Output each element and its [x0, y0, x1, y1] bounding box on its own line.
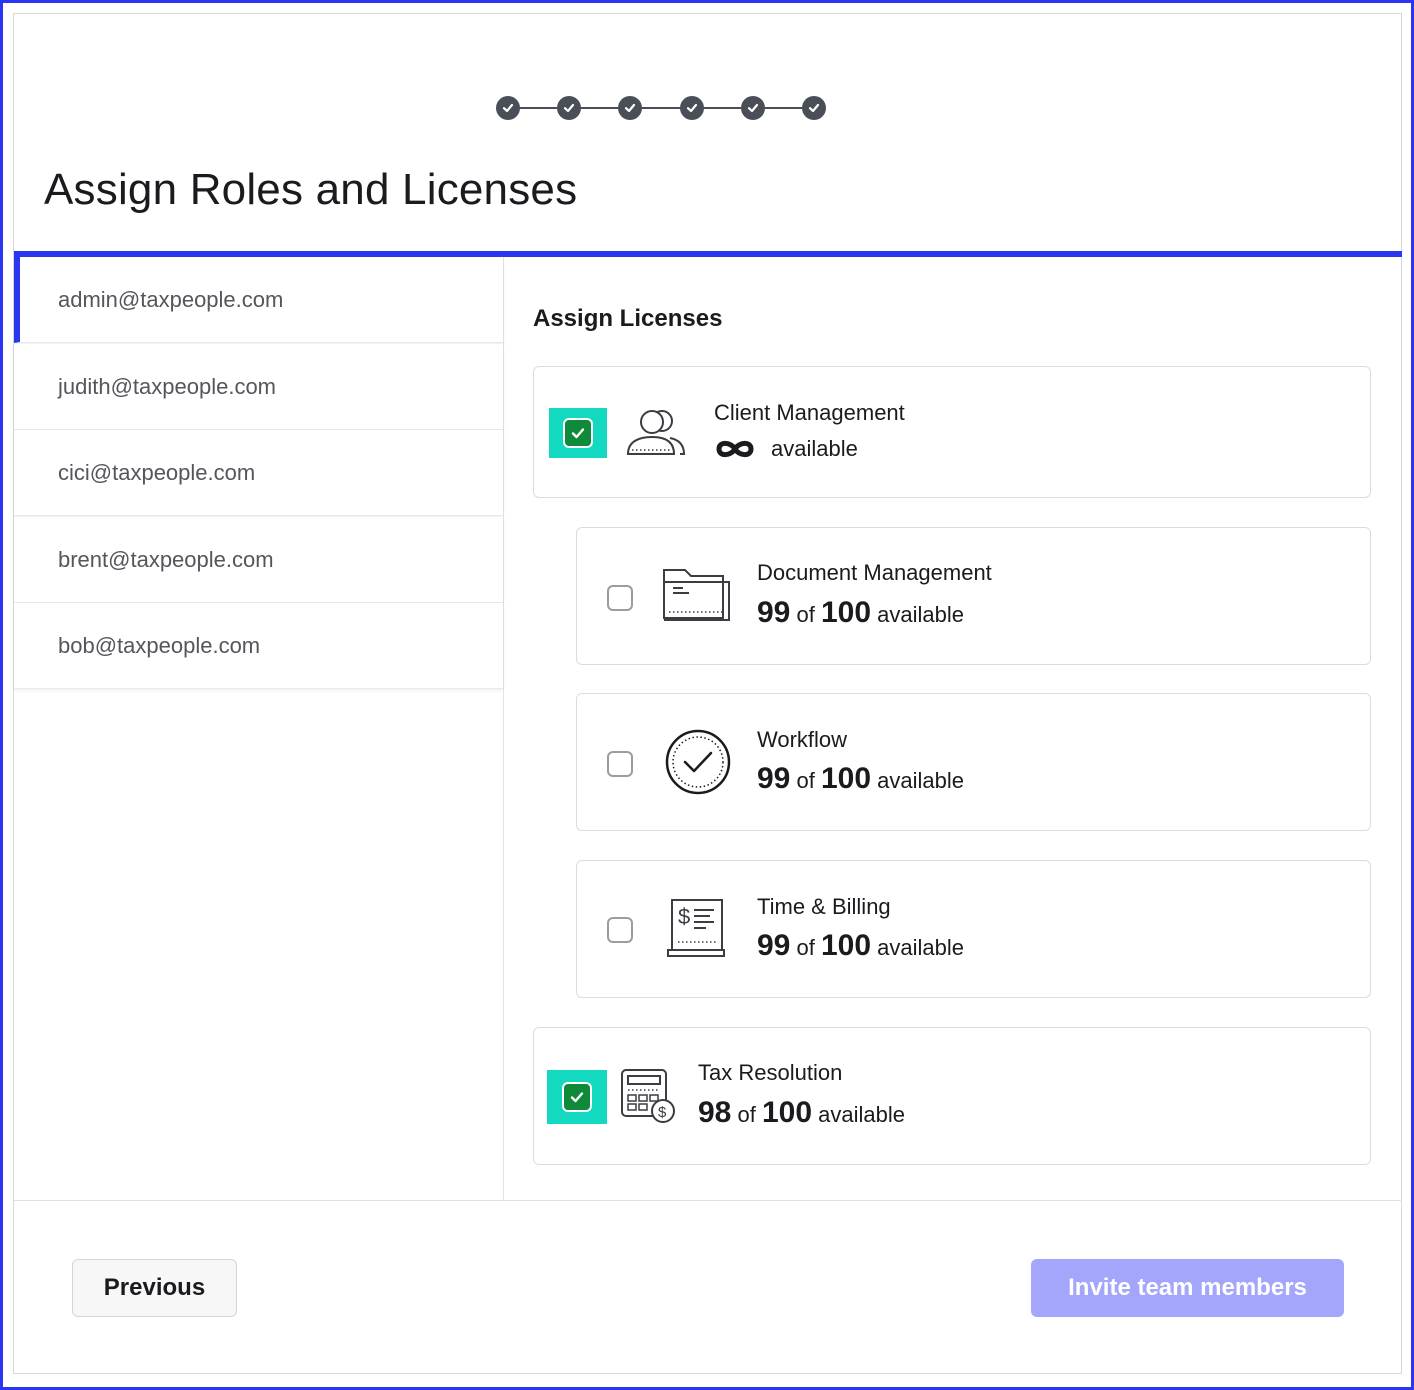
step-4-complete-icon	[680, 96, 704, 120]
license-of-label: of	[796, 935, 815, 960]
license-total-count: 100	[820, 929, 872, 962]
license-used-count: 99	[757, 929, 791, 962]
user-list: admin@taxpeople.com judith@taxpeople.com…	[14, 257, 504, 1200]
license-of-label: of	[737, 1102, 756, 1127]
license-available-label: available	[877, 768, 965, 793]
license-availability: 99 of 100 available	[757, 762, 964, 796]
page-title: Assign Roles and Licenses	[44, 165, 578, 214]
users-icon	[626, 410, 686, 455]
step-2-complete-icon	[557, 96, 581, 120]
assign-licenses-heading: Assign Licenses	[533, 305, 723, 332]
folder-icon	[663, 569, 730, 621]
footer-divider	[14, 1200, 1402, 1201]
user-email: brent@taxpeople.com	[58, 546, 274, 572]
invite-team-members-button[interactable]: Invite team members	[1031, 1259, 1344, 1317]
license-available-label: available	[818, 1102, 906, 1127]
user-email: judith@taxpeople.com	[58, 373, 277, 399]
workflow-checkbox[interactable]	[607, 751, 633, 777]
checkbox-checked-icon	[562, 1082, 592, 1112]
step-1-complete-icon	[496, 96, 520, 120]
license-total-count: 100	[761, 1096, 813, 1129]
calculator-icon: $	[621, 1069, 675, 1123]
license-of-label: of	[796, 602, 815, 627]
license-availability: 98 of 100 available	[698, 1096, 905, 1130]
user-item-brent[interactable]: brent@taxpeople.com	[14, 517, 503, 603]
previous-button[interactable]: Previous	[72, 1259, 237, 1317]
license-availability: 99 of 100 available	[757, 929, 964, 963]
step-5-complete-icon	[741, 96, 765, 120]
license-name: Document Management	[757, 560, 992, 585]
license-of-label: of	[796, 768, 815, 793]
step-6-complete-icon	[802, 96, 826, 120]
license-name: Time & Billing	[757, 894, 891, 919]
license-used-count: 99	[757, 596, 791, 629]
client-management-checkbox[interactable]	[549, 408, 607, 458]
license-available-label: available	[877, 602, 965, 627]
license-name: Tax Resolution	[698, 1060, 843, 1085]
license-total-count: 100	[820, 596, 872, 629]
time-billing-checkbox[interactable]	[607, 917, 633, 943]
tax-resolution-checkbox[interactable]	[547, 1070, 607, 1124]
license-availability: 99 of 100 available	[757, 596, 964, 630]
user-item-admin[interactable]: admin@taxpeople.com	[14, 257, 503, 343]
document-management-checkbox[interactable]	[607, 585, 633, 611]
check-circle-icon	[665, 729, 731, 795]
user-email: cici@taxpeople.com	[58, 459, 256, 485]
stepper-line	[508, 107, 814, 109]
checkbox-checked-icon	[563, 418, 593, 448]
license-total-count: 100	[820, 762, 872, 795]
license-available-label: available	[877, 935, 965, 960]
license-name: Client Management	[714, 400, 905, 425]
user-item-cici[interactable]: cici@taxpeople.com	[14, 430, 503, 516]
license-availability-label: available	[771, 436, 858, 461]
user-item-bob[interactable]: bob@taxpeople.com	[14, 603, 503, 689]
user-email: admin@taxpeople.com	[58, 286, 284, 312]
svg-text:$: $	[658, 1104, 667, 1121]
user-item-judith[interactable]: judith@taxpeople.com	[14, 344, 503, 430]
license-name: Workflow	[757, 727, 848, 752]
invoice-icon: $	[667, 899, 725, 957]
infinity-icon	[716, 440, 754, 458]
progress-stepper	[496, 96, 826, 120]
svg-text:$: $	[678, 904, 690, 929]
step-3-complete-icon	[618, 96, 642, 120]
license-used-count: 99	[757, 762, 791, 795]
license-used-count: 98	[698, 1096, 732, 1129]
user-email: bob@taxpeople.com	[58, 632, 261, 658]
